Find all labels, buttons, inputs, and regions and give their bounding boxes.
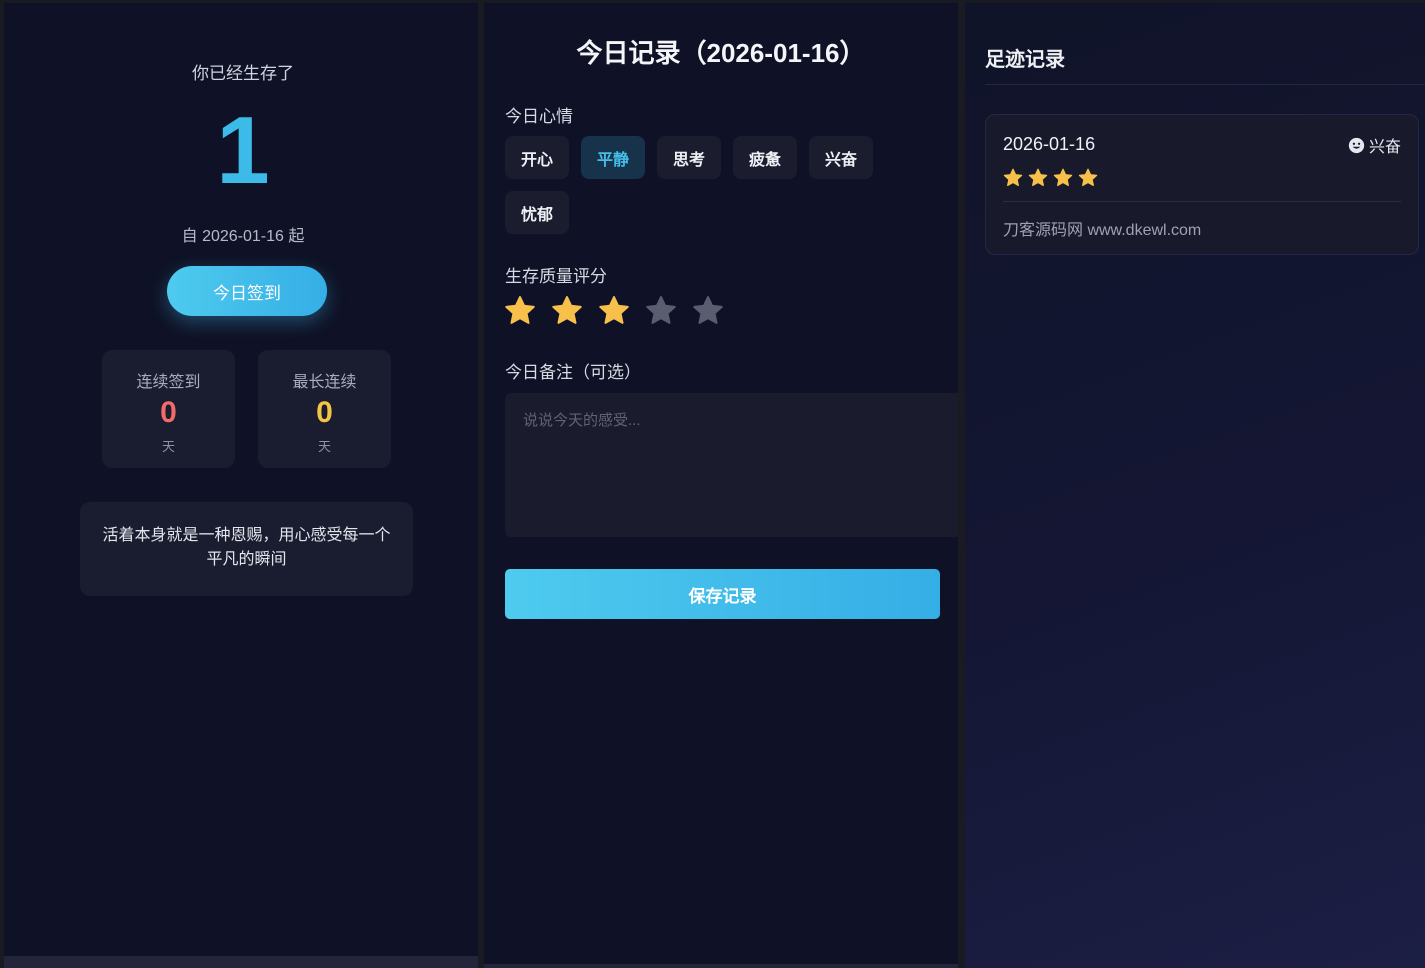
survival-panel: 你已经生存了 1 自 2026-01-16 起 今日签到 连续签到 0 天 最长…	[4, 3, 478, 968]
record-note: 刀客源码网 www.dkewl.com	[1003, 222, 1202, 239]
mood-option-melancholy[interactable]: 忧郁	[505, 191, 569, 234]
mood-option-calm[interactable]: 平静	[581, 136, 645, 179]
star-filled-icon[interactable]	[504, 295, 536, 327]
longest-streak-value: 0	[316, 396, 333, 429]
record-stars	[1003, 168, 1098, 188]
history-title: 足迹记录	[985, 49, 1065, 71]
star-filled-icon	[1003, 168, 1023, 187]
smiley-face-icon	[1348, 137, 1365, 153]
daily-record-panel: 今日记录（2026-01-16） 今日心情 开心 平静 思考 疲惫 兴奋 忧郁 …	[484, 3, 958, 968]
page-title: 今日记录（2026-01-16）	[576, 38, 866, 68]
history-panel: 足迹记录 2026-01-16 兴奋 刀客源码网 www.dkewl.com	[965, 3, 1425, 968]
longest-streak-label: 最长连续	[292, 374, 357, 391]
panel-footer-strip	[484, 964, 958, 968]
mood-option-thinking[interactable]: 思考	[657, 136, 721, 179]
streak-label: 连续签到	[136, 374, 201, 391]
rating-label: 生存质量评分	[505, 267, 607, 286]
mood-label: 今日心情	[505, 107, 573, 126]
streak-unit: 天	[161, 439, 175, 454]
rating-stars	[504, 295, 724, 327]
longest-streak-unit: 天	[317, 439, 331, 454]
panel-footer-strip	[4, 956, 478, 968]
note-label: 今日备注（可选）	[505, 363, 641, 382]
star-filled-icon[interactable]	[551, 295, 583, 327]
star-filled-icon	[1078, 168, 1098, 187]
record-mood-label: 兴奋	[1368, 139, 1401, 156]
save-record-button[interactable]: 保存记录	[505, 569, 940, 619]
mood-option-excited[interactable]: 兴奋	[809, 136, 873, 179]
note-placeholder: 说说今天的感受...	[523, 412, 641, 429]
survive-label: 你已经生存了	[192, 64, 294, 83]
star-filled-icon	[1028, 168, 1048, 187]
star-empty-icon[interactable]	[645, 295, 677, 327]
since-date: 自 2026-01-16 起	[181, 228, 305, 245]
longest-streak-card: 最长连续 0 天	[258, 350, 391, 468]
history-divider	[985, 84, 1425, 85]
checkin-button[interactable]: 今日签到	[167, 266, 327, 316]
streak-value: 0	[160, 396, 177, 429]
record-mood: 兴奋	[1348, 133, 1401, 157]
star-empty-icon[interactable]	[692, 295, 724, 327]
record-divider	[1003, 201, 1401, 202]
star-filled-icon	[1053, 168, 1073, 187]
quote-text: 活着本身就是一种恩赐，用心感受每一个平凡的瞬间	[102, 527, 391, 568]
mood-option-tired[interactable]: 疲惫	[733, 136, 797, 179]
quote-box: 活着本身就是一种恩赐，用心感受每一个平凡的瞬间	[80, 502, 413, 596]
mood-option-happy[interactable]: 开心	[505, 136, 569, 179]
star-filled-icon[interactable]	[598, 295, 630, 327]
streak-card: 连续签到 0 天	[102, 350, 235, 468]
record-card[interactable]: 2026-01-16 兴奋 刀客源码网 www.dkewl.com	[985, 114, 1419, 255]
note-textarea[interactable]: 说说今天的感受...	[505, 393, 958, 537]
days-count: 1	[216, 97, 270, 204]
record-date: 2026-01-16	[1003, 134, 1096, 154]
